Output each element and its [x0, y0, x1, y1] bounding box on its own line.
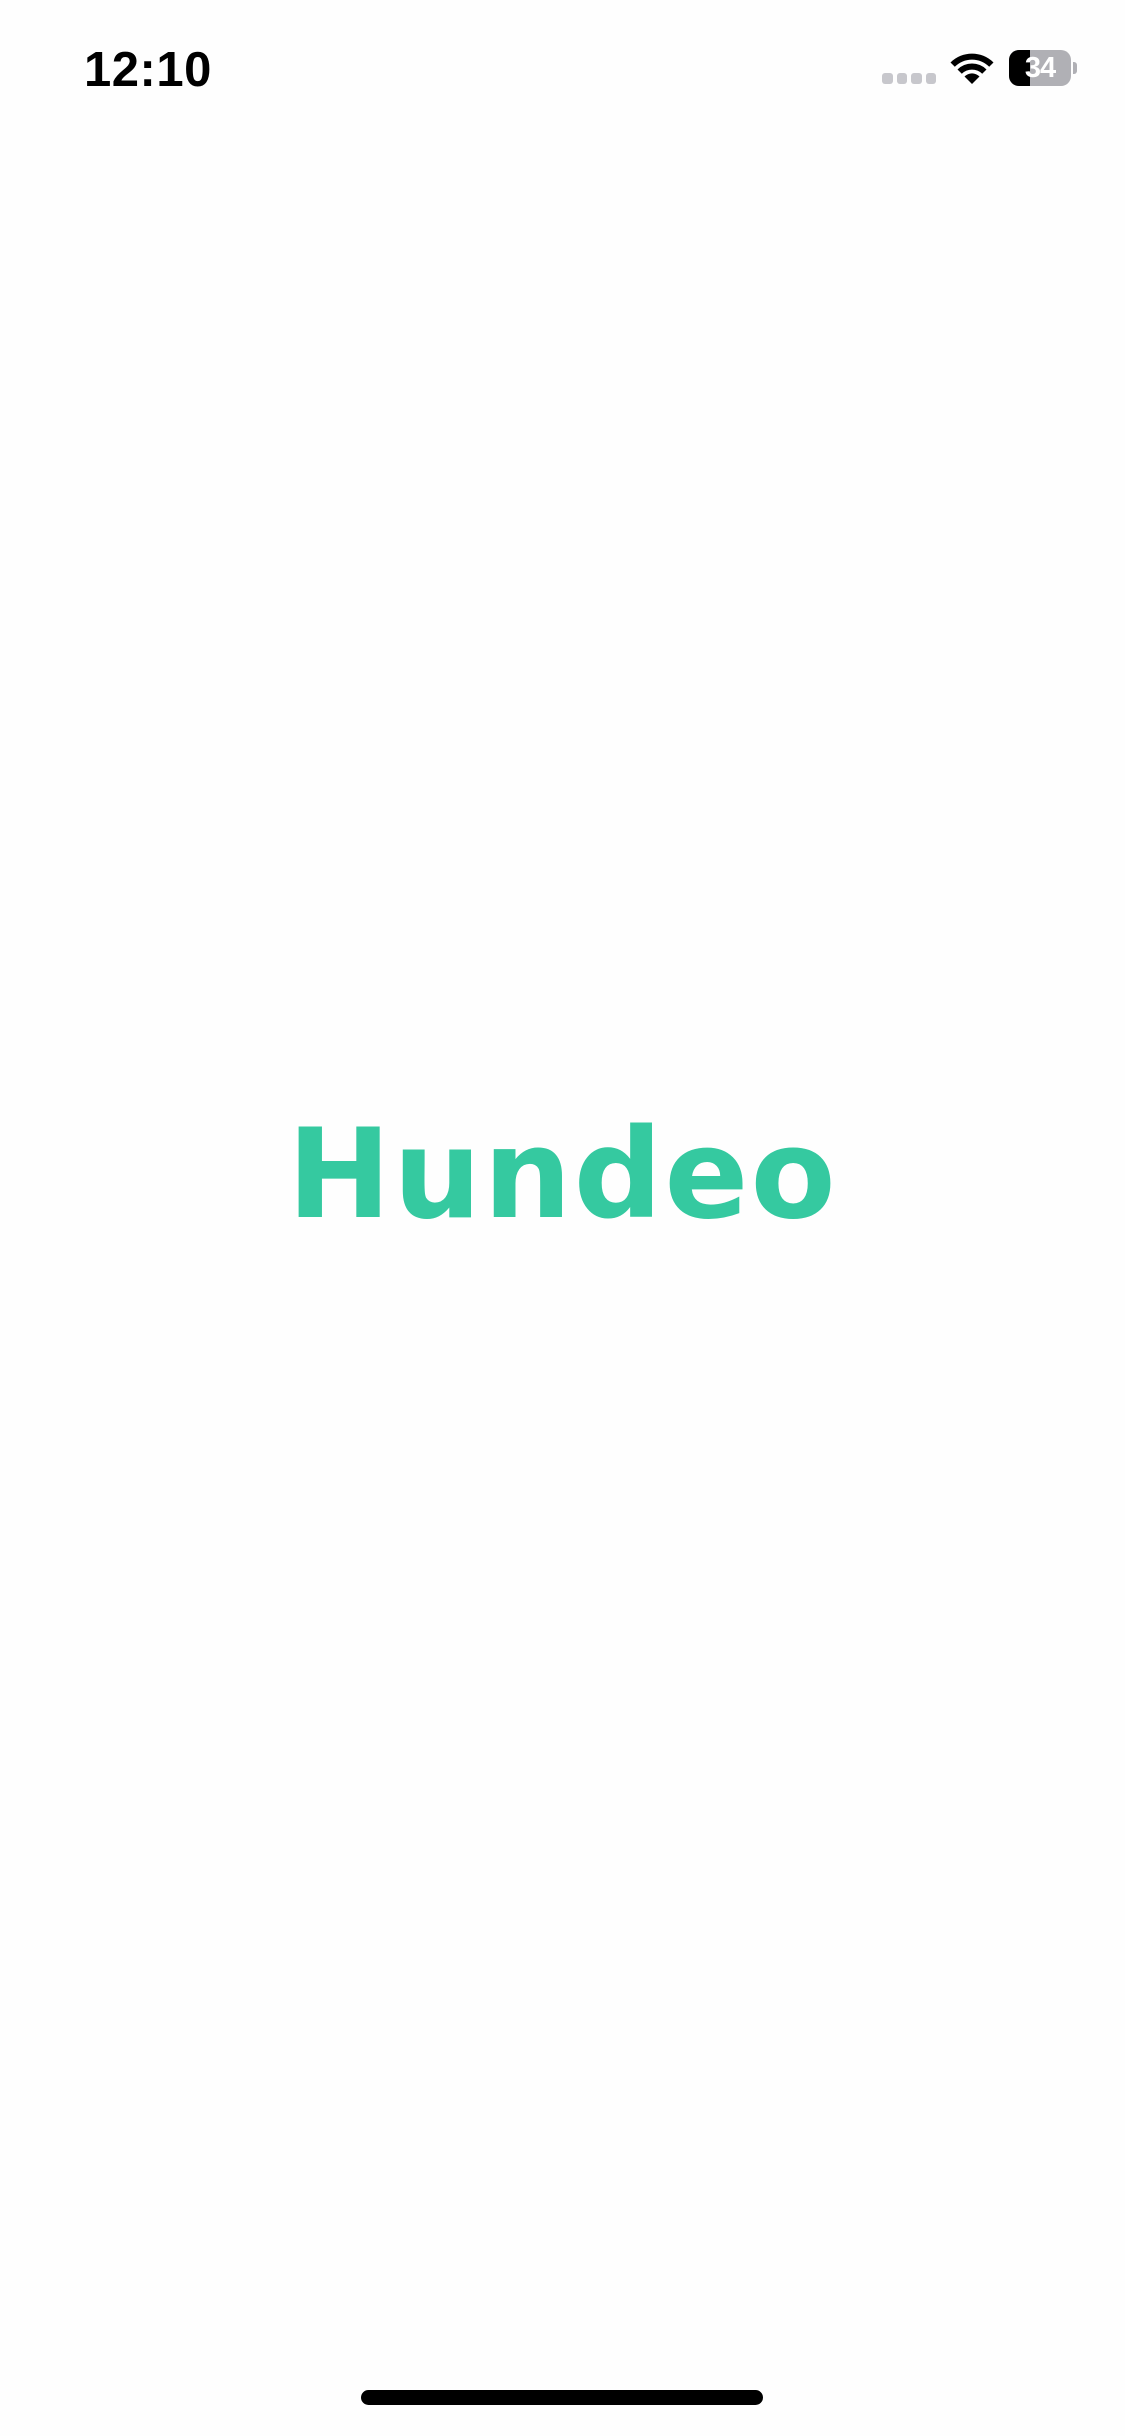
status-time: 12:10: [84, 43, 212, 97]
status-bar: 12:10 34: [0, 0, 1125, 140]
battery-level: 34: [1024, 52, 1056, 84]
battery-icon: 34: [1009, 50, 1077, 86]
splash-screen: 12:10 34 Hundeo: [0, 0, 1125, 2436]
cellular-signal-icon: [882, 73, 936, 85]
home-indicator[interactable]: [361, 2390, 763, 2405]
wifi-icon: [950, 53, 994, 84]
app-logo: Hundeo: [287, 1103, 838, 1247]
